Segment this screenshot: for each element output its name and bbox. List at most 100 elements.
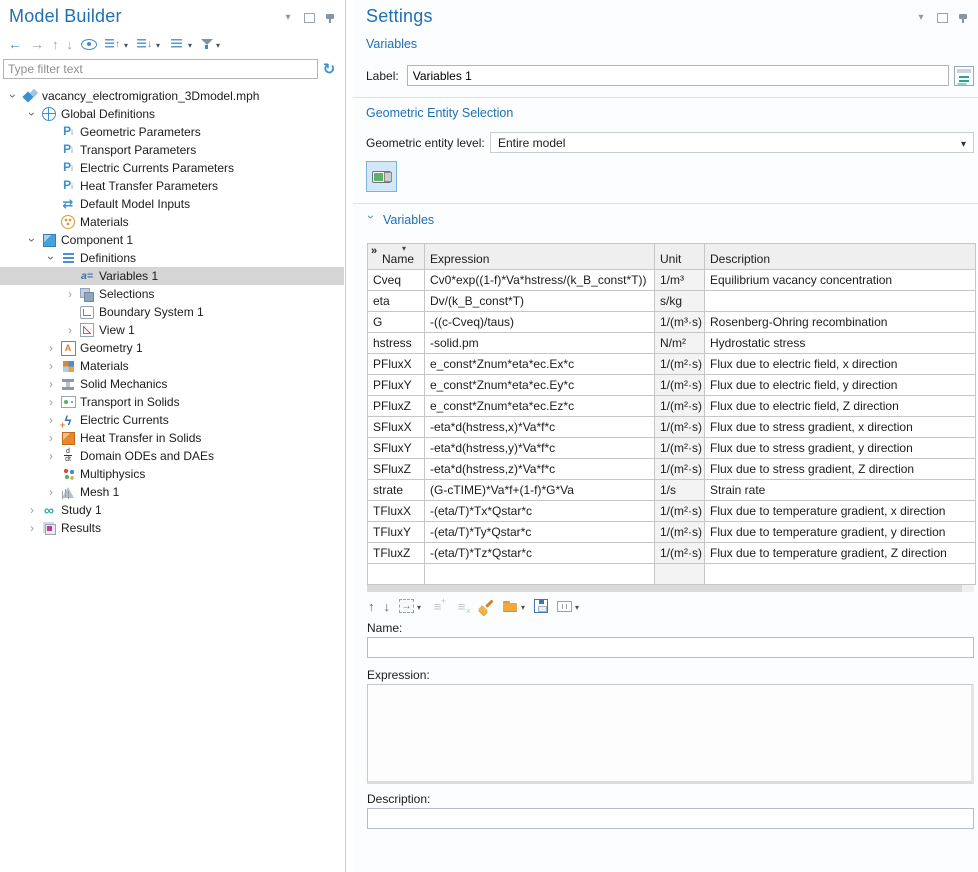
var-expression-cell[interactable]: -eta*d(hstress,x)*Va*f*c <box>425 417 655 438</box>
chevron-right-icon[interactable] <box>25 503 39 517</box>
column-settings-button[interactable] <box>555 598 581 614</box>
menu-caret-icon[interactable] <box>914 12 928 24</box>
column-header-description[interactable]: Description <box>705 244 976 270</box>
var-unit-cell[interactable]: N/m² <box>655 333 705 354</box>
var-expression-cell[interactable]: Cv0*exp((1-f)*Va*hstress/(k_B_const*T)) <box>425 270 655 291</box>
expression-textarea[interactable] <box>367 684 974 784</box>
tree-item-default-model-inputs[interactable]: Default Model Inputs <box>0 195 344 213</box>
tree-item-heat-transfer-parameters[interactable]: Heat Transfer Parameters <box>0 177 344 195</box>
var-expression-cell[interactable]: -eta*d(hstress,y)*Va*f*c <box>425 438 655 459</box>
var-name-cell[interactable]: TFluxY <box>368 522 425 543</box>
var-expression-cell[interactable]: -eta*d(hstress,z)*Va*f*c <box>425 459 655 480</box>
tree-item-electric-currents[interactable]: Electric Currents <box>0 411 344 429</box>
tree-item-view-1[interactable]: View 1 <box>0 321 344 339</box>
sort-arrows-icon[interactable]: » <box>371 245 376 257</box>
tree-item-vacancy-electromigration-3dmodel-mph[interactable]: vacancy_electromigration_3Dmodel.mph <box>0 87 344 105</box>
var-description-cell[interactable]: Hydrostatic stress <box>705 333 976 354</box>
variables-section-header[interactable]: Variables <box>366 213 434 227</box>
var-unit-cell[interactable]: 1/(m²·s) <box>655 417 705 438</box>
var-description-cell[interactable] <box>705 291 976 312</box>
label-input[interactable] <box>407 65 949 86</box>
var-description-cell[interactable]: Flux due to stress gradient, Z direction <box>705 459 976 480</box>
chevron-right-icon[interactable] <box>44 485 58 499</box>
var-description-cell[interactable]: Flux due to electric field, Z direction <box>705 396 976 417</box>
tree-item-component-1[interactable]: Component 1 <box>0 231 344 249</box>
forward-button[interactable] <box>28 35 46 53</box>
name-input[interactable] <box>367 637 974 658</box>
var-unit-cell[interactable]: 1/(m²·s) <box>655 396 705 417</box>
var-name-cell[interactable]: PFluxY <box>368 375 425 396</box>
var-description-cell[interactable]: Flux due to stress gradient, y direction <box>705 438 976 459</box>
var-name-cell[interactable]: strate <box>368 480 425 501</box>
var-name-cell[interactable]: Cveq <box>368 270 425 291</box>
load-from-file-button[interactable] <box>501 598 527 614</box>
var-name-cell[interactable]: hstress <box>368 333 425 354</box>
var-expression-cell[interactable]: -(eta/T)*Tz*Qstar*c <box>425 543 655 564</box>
dropdown-caret-icon[interactable] <box>213 37 220 51</box>
var-expression-cell[interactable] <box>425 564 655 585</box>
edit-note-icon[interactable] <box>954 66 974 86</box>
var-unit-cell[interactable] <box>655 564 705 585</box>
tree-item-mesh-1[interactable]: Mesh 1 <box>0 483 344 501</box>
chevron-right-icon[interactable] <box>25 521 39 535</box>
var-unit-cell[interactable]: 1/(m³·s) <box>655 312 705 333</box>
delete-row-button[interactable] <box>452 599 471 614</box>
show-hide-button[interactable] <box>79 38 98 51</box>
save-to-file-button[interactable] <box>532 598 550 614</box>
var-expression-cell[interactable]: e_const*Znum*eta*ec.Ex*c <box>425 354 655 375</box>
var-description-cell[interactable]: Flux due to electric field, x direction <box>705 354 976 375</box>
tree-item-materials[interactable]: Materials <box>0 357 344 375</box>
var-expression-cell[interactable]: e_const*Znum*eta*ec.Ez*c <box>425 396 655 417</box>
sort-caret-icon[interactable]: ▾ <box>402 244 406 253</box>
var-unit-cell[interactable]: 1/s <box>655 480 705 501</box>
tree-item-multiphysics[interactable]: Multiphysics <box>0 465 344 483</box>
var-name-cell[interactable]: TFluxX <box>368 501 425 522</box>
chevron-down-icon[interactable] <box>25 107 39 121</box>
expand-all-button[interactable] <box>102 36 130 52</box>
tree-item-results[interactable]: Results <box>0 519 344 537</box>
dropdown-caret-icon[interactable] <box>121 37 128 51</box>
tree-item-solid-mechanics[interactable]: Solid Mechanics <box>0 375 344 393</box>
var-description-cell[interactable]: Rosenberg-Ohring recombination <box>705 312 976 333</box>
var-description-cell[interactable]: Flux due to temperature gradient, Z dire… <box>705 543 976 564</box>
var-name-cell[interactable] <box>368 564 425 585</box>
var-unit-cell[interactable]: 1/(m²·s) <box>655 438 705 459</box>
var-expression-cell[interactable]: -(eta/T)*Tx*Qstar*c <box>425 501 655 522</box>
menu-caret-icon[interactable] <box>281 12 295 24</box>
description-input[interactable] <box>367 808 974 829</box>
tree-item-geometric-parameters[interactable]: Geometric Parameters <box>0 123 344 141</box>
dropdown-caret-icon[interactable] <box>153 37 160 51</box>
var-description-cell[interactable]: Flux due to temperature gradient, x dire… <box>705 501 976 522</box>
var-unit-cell[interactable]: 1/(m²·s) <box>655 543 705 564</box>
clear-table-button[interactable] <box>476 598 496 615</box>
chevron-down-icon[interactable] <box>6 89 20 103</box>
var-expression-cell[interactable]: -solid.pm <box>425 333 655 354</box>
var-name-cell[interactable]: PFluxZ <box>368 396 425 417</box>
row-move-up-button[interactable] <box>366 598 377 615</box>
row-move-down-button[interactable] <box>382 598 393 615</box>
filter-input[interactable] <box>3 59 318 79</box>
var-description-cell[interactable]: Strain rate <box>705 480 976 501</box>
active-selection-toggle-button[interactable] <box>366 161 397 192</box>
tree-item-global-definitions[interactable]: Global Definitions <box>0 105 344 123</box>
move-down-button[interactable] <box>65 36 76 53</box>
var-expression-cell[interactable]: -(eta/T)*Ty*Qstar*c <box>425 522 655 543</box>
chevron-right-icon[interactable] <box>44 449 58 463</box>
float-icon[interactable] <box>302 12 316 24</box>
var-name-cell[interactable]: SFluxZ <box>368 459 425 480</box>
dropdown-caret-icon[interactable] <box>185 37 192 51</box>
column-header-name[interactable]: »▾Name <box>368 244 425 270</box>
filter-button[interactable] <box>198 36 222 52</box>
settings-breadcrumb[interactable]: Variables <box>366 37 417 51</box>
tree-item-variables-1[interactable]: Variables 1 <box>0 267 344 285</box>
var-unit-cell[interactable]: 1/(m²·s) <box>655 354 705 375</box>
pin-icon[interactable] <box>323 12 337 24</box>
var-name-cell[interactable]: SFluxY <box>368 438 425 459</box>
var-name-cell[interactable]: PFluxX <box>368 354 425 375</box>
tree-item-transport-parameters[interactable]: Transport Parameters <box>0 141 344 159</box>
tree-item-definitions[interactable]: Definitions <box>0 249 344 267</box>
move-to-button[interactable] <box>397 598 423 614</box>
var-description-cell[interactable]: Equilibrium vacancy concentration <box>705 270 976 291</box>
tree-item-selections[interactable]: Selections <box>0 285 344 303</box>
refresh-icon[interactable] <box>318 60 340 78</box>
